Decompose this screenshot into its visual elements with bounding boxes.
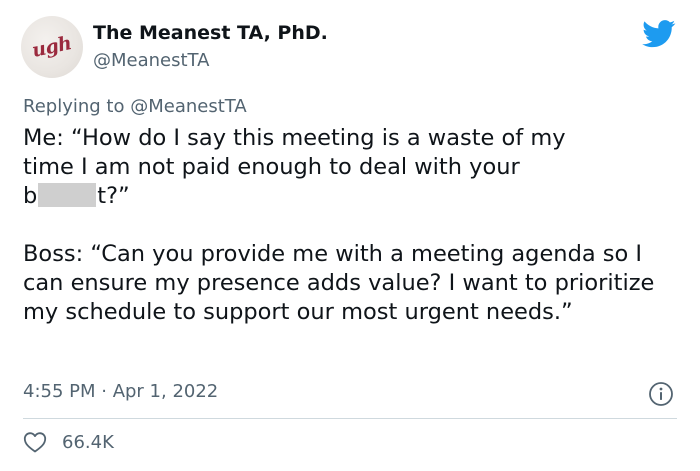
tweet-line-1: Me: “How do I say this meeting is a wast… <box>23 125 566 151</box>
info-icon[interactable] <box>648 381 674 407</box>
tweet-line-3: b t?” <box>23 182 673 211</box>
twitter-bird-icon[interactable] <box>642 20 676 48</box>
tweet-text: Me: “How do I say this meeting is a wast… <box>23 124 673 327</box>
tweet-line-3-end: t?” <box>97 183 130 209</box>
tweet-timestamp[interactable]: 4:55 PM · Apr 1, 2022 <box>23 381 218 402</box>
tweet-line-2: time I am not paid enough to deal with y… <box>23 154 520 180</box>
user-handle[interactable]: @MeanestTA <box>93 50 209 71</box>
redaction-block <box>38 183 97 207</box>
like-count: 66.4K <box>62 431 114 453</box>
reply-mention-link[interactable]: @MeanestTA <box>130 96 246 117</box>
replying-to: Replying to @MeanestTA <box>23 96 247 117</box>
avatar-text: ugh <box>30 32 74 62</box>
display-name[interactable]: The Meanest TA, PhD. <box>93 22 328 44</box>
tweet-paragraph-2: Boss: “Can you provide me with a meeting… <box>23 241 655 325</box>
tweet-line-3-start: b <box>23 183 38 209</box>
divider <box>23 418 677 419</box>
tweet-card: ugh The Meanest TA, PhD. @MeanestTA Repl… <box>0 0 700 471</box>
replying-to-prefix: Replying to <box>23 96 125 117</box>
avatar[interactable]: ugh <box>21 16 83 78</box>
heart-icon[interactable] <box>23 431 47 453</box>
like-button[interactable]: 66.4K <box>23 431 114 453</box>
